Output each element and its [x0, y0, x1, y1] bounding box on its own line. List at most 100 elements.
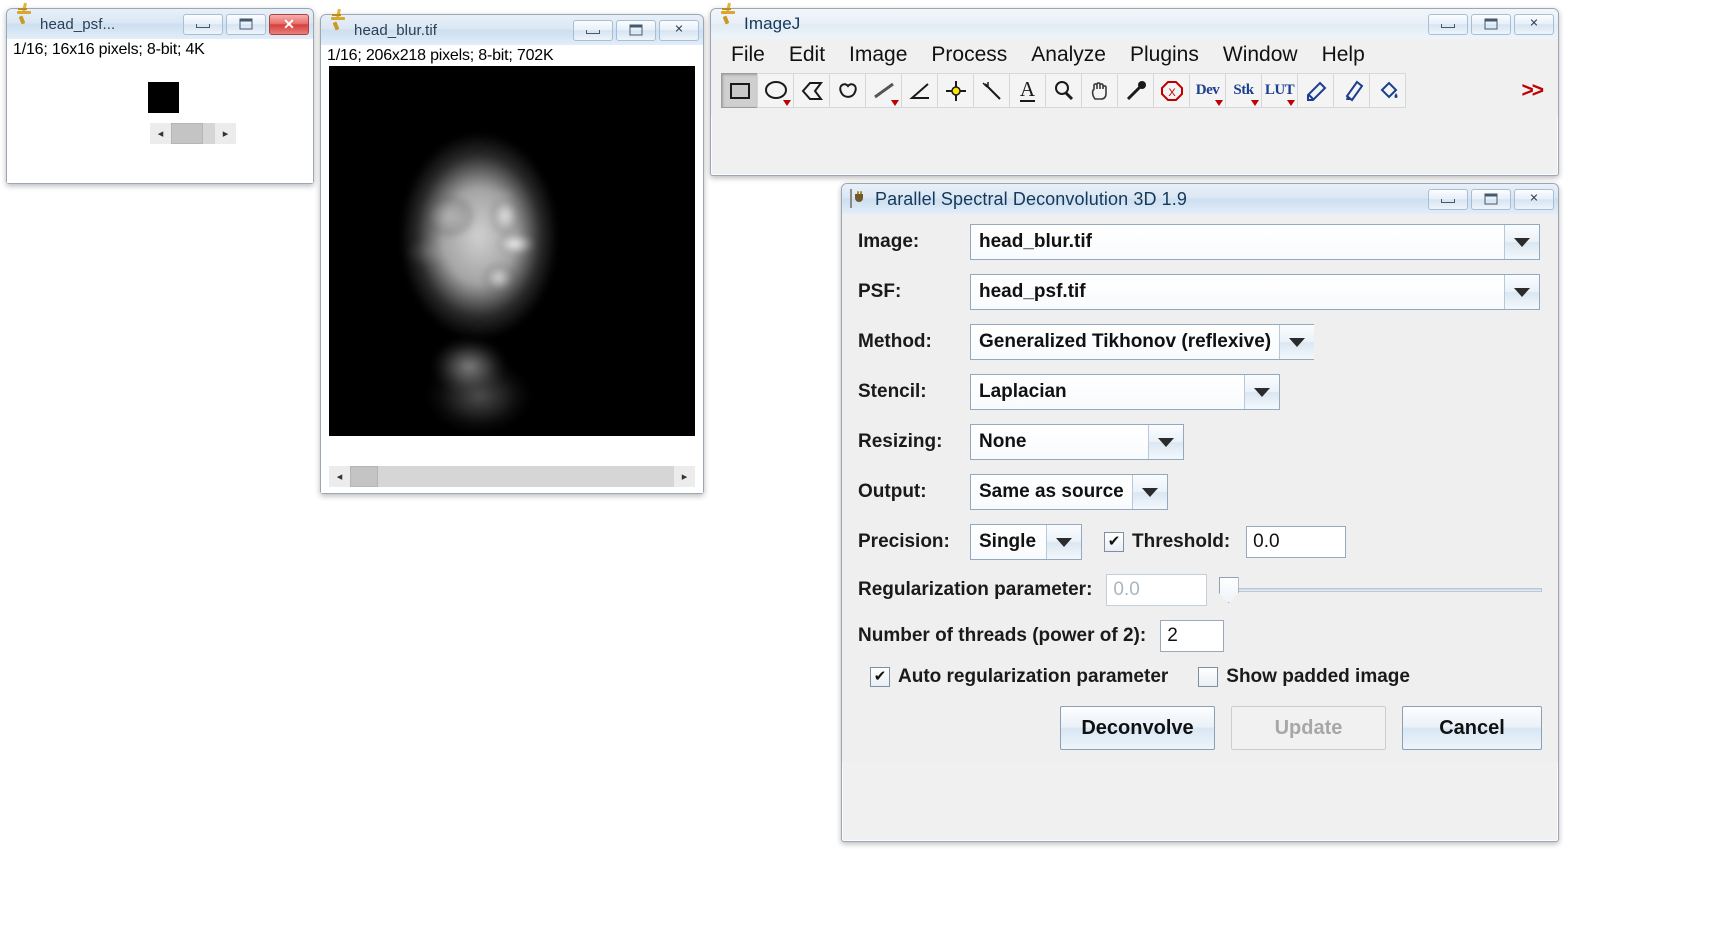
dropper-tool[interactable]: [1117, 73, 1154, 108]
image-select[interactable]: head_blur.tif: [970, 224, 1540, 260]
threshold-checkbox[interactable]: [1104, 532, 1124, 552]
minimize-button[interactable]: [573, 19, 613, 41]
chevron-down-icon[interactable]: [1504, 225, 1539, 259]
minimize-button[interactable]: [183, 13, 223, 35]
cancel-button[interactable]: Cancel: [1402, 706, 1542, 750]
blur-image-canvas[interactable]: [329, 66, 695, 436]
chevron-down-icon[interactable]: [1504, 275, 1539, 309]
chevron-down-icon[interactable]: [1046, 525, 1081, 559]
hand-tool[interactable]: [1081, 73, 1118, 108]
psf-scroll-thumb[interactable]: [171, 123, 203, 144]
blur-window-titlebar[interactable]: head_blur.tif ✕: [321, 8, 703, 45]
text-tool[interactable]: A: [1009, 73, 1046, 108]
chevron-down-icon[interactable]: [1148, 425, 1183, 459]
menu-edit[interactable]: Edit: [777, 41, 837, 69]
output-row: Output: Same as source: [858, 474, 1542, 510]
scroll-left-arrow[interactable]: ◂: [150, 123, 171, 144]
minimize-button[interactable]: [1428, 188, 1468, 210]
precision-select[interactable]: Single: [970, 524, 1082, 560]
dialog-button-row: Deconvolve Update Cancel: [858, 706, 1542, 750]
threshold-input[interactable]: 0.0: [1246, 526, 1347, 558]
psf-scroll-track[interactable]: [171, 123, 215, 144]
output-select[interactable]: Same as source: [970, 474, 1168, 510]
maximize-button[interactable]: [226, 13, 266, 35]
wand-tool[interactable]: [973, 73, 1010, 108]
deconvolution-dialog[interactable]: Parallel Spectral Deconvolution 3D 1.9 ✕…: [841, 183, 1559, 842]
close-button[interactable]: ✕: [269, 13, 309, 35]
psf-image-window[interactable]: head_psf... ✕ 1/16; 16x16 pixels; 8-bit;…: [6, 2, 314, 184]
menu-window[interactable]: Window: [1211, 41, 1310, 69]
magnifier-tool[interactable]: [1045, 73, 1082, 108]
image-label: Image:: [858, 231, 920, 252]
maximize-button[interactable]: [1471, 13, 1511, 35]
imagej-toolbar: A X Dev Stk LUT >>: [711, 69, 1558, 116]
maximize-button[interactable]: [616, 19, 656, 41]
menu-help[interactable]: Help: [1310, 41, 1377, 69]
method-row: Method: Generalized Tikhonov (reflexive): [858, 324, 1542, 360]
psf-image-canvas[interactable]: ◂ ▸: [7, 60, 313, 176]
regularization-slider[interactable]: [1218, 577, 1542, 603]
deconvolve-button[interactable]: Deconvolve: [1060, 706, 1215, 750]
chevron-down-icon[interactable]: [1132, 475, 1167, 509]
psf-window-titlebar[interactable]: head_psf... ✕: [7, 2, 313, 39]
scroll-right-arrow[interactable]: ▸: [674, 466, 695, 487]
stencil-label: Stencil:: [858, 381, 927, 402]
flood-fill-tool[interactable]: [1369, 73, 1406, 108]
stk-tool[interactable]: Stk: [1225, 73, 1262, 108]
regularization-input[interactable]: 0.0: [1106, 574, 1207, 606]
menu-file[interactable]: File: [719, 41, 777, 69]
slider-track[interactable]: [1218, 588, 1542, 592]
freehand-tool[interactable]: [829, 73, 866, 108]
dialog-titlebar[interactable]: Parallel Spectral Deconvolution 3D 1.9 ✕: [842, 184, 1558, 214]
angle-tool[interactable]: [901, 73, 938, 108]
rectangle-tool[interactable]: [721, 73, 758, 108]
options-row: Auto regularization parameter Show padde…: [858, 666, 1542, 688]
slider-knob[interactable]: [1218, 577, 1239, 603]
blur-image-window[interactable]: head_blur.tif ✕ 1/16; 206x218 pixels; 8-…: [320, 8, 704, 494]
update-button[interactable]: Update: [1231, 706, 1386, 750]
imagej-titlebar[interactable]: ImageJ ✕: [711, 2, 1558, 39]
menu-plugins[interactable]: Plugins: [1118, 41, 1211, 69]
close-button[interactable]: ✕: [1514, 13, 1554, 35]
chevron-down-icon[interactable]: [1279, 325, 1315, 359]
menu-image[interactable]: Image: [837, 41, 919, 69]
psf-label: PSF:: [858, 281, 902, 302]
blur-window-body: 1/16; 206x218 pixels; 8-bit; 702K ◂ ▸: [321, 45, 703, 493]
line-tool[interactable]: [865, 73, 902, 108]
psf-select[interactable]: head_psf.tif: [970, 274, 1540, 310]
threads-input[interactable]: 2: [1160, 620, 1225, 652]
stop-tool[interactable]: X: [1153, 73, 1190, 108]
scroll-right-arrow[interactable]: ▸: [215, 123, 236, 144]
blur-horizontal-scrollbar[interactable]: ◂ ▸: [329, 466, 695, 487]
method-select[interactable]: Generalized Tikhonov (reflexive): [970, 324, 1315, 360]
oval-tool[interactable]: [757, 73, 794, 108]
maximize-button[interactable]: [1471, 188, 1511, 210]
close-button[interactable]: ✕: [1514, 188, 1554, 210]
svg-text:X: X: [1168, 87, 1176, 99]
microscope-icon: [329, 8, 347, 39]
microscope-icon: [719, 2, 737, 33]
menu-analyze[interactable]: Analyze: [1019, 41, 1118, 69]
minimize-button[interactable]: [1428, 13, 1468, 35]
lut-tool[interactable]: LUT: [1261, 73, 1298, 108]
pencil-tool[interactable]: [1297, 73, 1334, 108]
menu-process[interactable]: Process: [919, 41, 1019, 69]
dev-tool[interactable]: Dev: [1189, 73, 1226, 108]
blur-scroll-track[interactable]: [350, 466, 674, 487]
scroll-left-arrow[interactable]: ◂: [329, 466, 350, 487]
close-button[interactable]: ✕: [659, 19, 699, 41]
blur-scroll-thumb[interactable]: [350, 466, 378, 487]
brush-tool[interactable]: [1333, 73, 1370, 108]
auto-regularization-checkbox[interactable]: [870, 667, 890, 687]
psf-horizontal-scrollbar[interactable]: ◂ ▸: [150, 123, 236, 144]
imagej-main-window[interactable]: ImageJ ✕ File Edit Image Process Analyze…: [710, 2, 1559, 176]
show-padded-image-checkbox[interactable]: [1198, 667, 1219, 687]
point-tool[interactable]: [937, 73, 974, 108]
stencil-select[interactable]: Laplacian: [970, 374, 1280, 410]
psf-row: PSF: head_psf.tif: [858, 274, 1542, 310]
chevron-down-icon[interactable]: [1244, 375, 1279, 409]
resizing-select[interactable]: None: [970, 424, 1184, 460]
output-label: Output:: [858, 481, 927, 502]
toolbar-overflow-button[interactable]: >>: [1521, 79, 1543, 103]
polygon-tool[interactable]: [793, 73, 830, 108]
